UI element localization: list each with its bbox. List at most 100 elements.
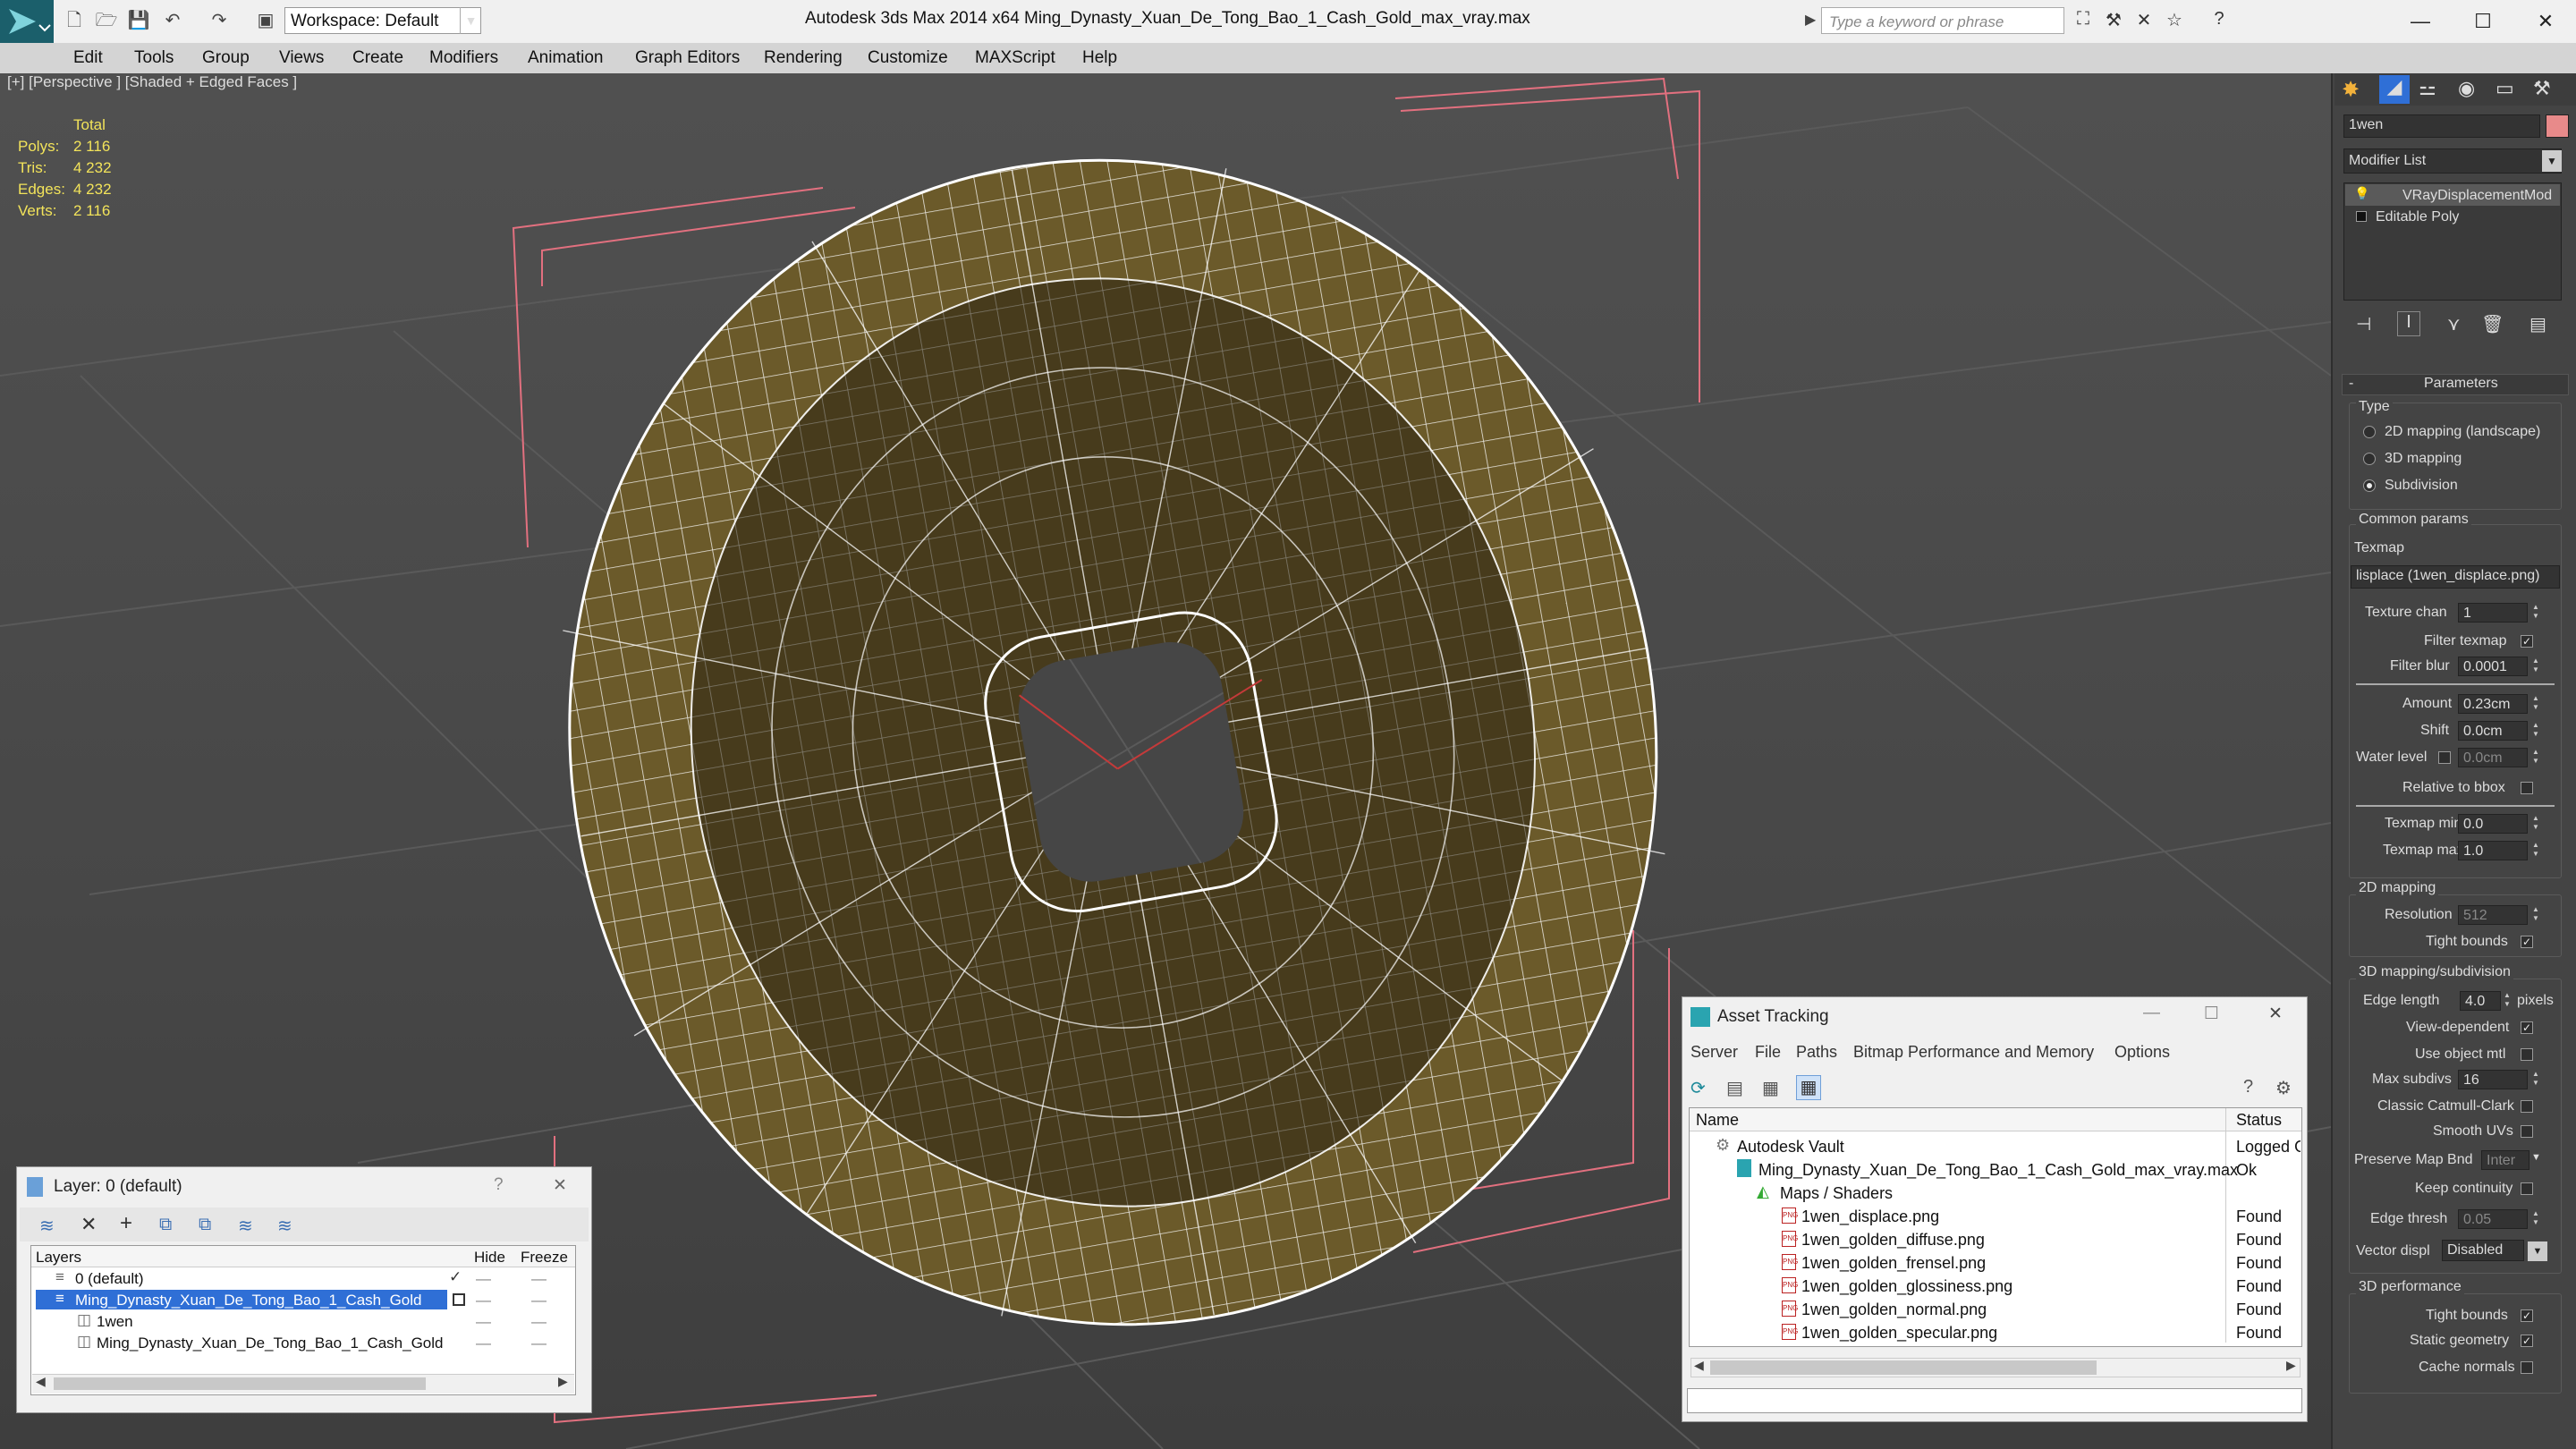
spinner-icon[interactable]: ▲ ▼	[2531, 814, 2540, 832]
scroll-left-icon[interactable]: ◀	[1694, 1358, 1704, 1373]
scrollbar-thumb[interactable]	[54, 1377, 426, 1390]
hide-toggle[interactable]: ―	[476, 1292, 491, 1309]
spinner-icon[interactable]: ▲ ▼	[2531, 721, 2540, 739]
layer-object-coin[interactable]: Ming_Dynasty_Xuan_De_Tong_Bao_1_Cash_Gol…	[97, 1335, 444, 1352]
project-folder-icon[interactable]: ▣	[254, 9, 277, 32]
create-tab-icon[interactable]: ✸	[2342, 77, 2360, 103]
scroll-right-icon[interactable]: ▶	[558, 1374, 568, 1389]
chevron-down-icon[interactable]: ▼	[2542, 150, 2562, 172]
object-color-swatch[interactable]	[2546, 114, 2569, 138]
spinner-icon[interactable]: ▲ ▼	[2531, 1209, 2540, 1227]
scroll-left-icon[interactable]: ◀	[36, 1374, 46, 1389]
pin-stack-icon[interactable]: ⊣	[2356, 313, 2371, 335]
resolution-field[interactable]: 512	[2458, 905, 2528, 925]
column-hide[interactable]: Hide	[474, 1249, 505, 1267]
column-freeze[interactable]: Freeze	[521, 1249, 568, 1267]
asset-row-specular[interactable]: 1wen_golden_specular.png	[1801, 1324, 1997, 1343]
edge-thresh-field[interactable]: 0.05	[2458, 1209, 2528, 1229]
active-layer-checkbox[interactable]	[453, 1293, 465, 1306]
layer-row-default[interactable]: 0 (default)	[75, 1270, 144, 1288]
select-layer-icon[interactable]: ⧉	[159, 1215, 172, 1235]
spinner-icon[interactable]: ▲ ▼	[2531, 603, 2540, 621]
show-end-result-icon[interactable]: Ι	[2397, 311, 2420, 336]
freeze-toggle[interactable]: ―	[531, 1292, 547, 1309]
texmap-max-field[interactable]: 1.0	[2458, 841, 2528, 860]
close-button[interactable]: ✕	[2268, 1004, 2283, 1024]
menu-graph-editors[interactable]: Graph Editors	[635, 43, 740, 73]
radio-3d-mapping-label[interactable]: 3D mapping	[2385, 451, 2462, 467]
close-icon[interactable]: ✕	[553, 1175, 567, 1196]
search-input[interactable]: Type a keyword or phrase	[1821, 7, 2064, 34]
asset-row-displace[interactable]: 1wen_displace.png	[1801, 1208, 1939, 1226]
refresh-icon[interactable]: ⟳	[1690, 1077, 1706, 1099]
spinner-icon[interactable]: ▲ ▼	[2531, 657, 2540, 674]
redo-icon[interactable]: ↷	[208, 9, 231, 32]
hierarchy-tab-icon[interactable]: ⚍	[2419, 77, 2436, 100]
help-icon[interactable]: ?	[494, 1175, 504, 1195]
menu-maxscript[interactable]: MAXScript	[975, 43, 1055, 73]
radio-2d-mapping[interactable]	[2363, 426, 2376, 438]
search-expand-icon[interactable]: ▶	[1805, 11, 1816, 29]
layer-row-coin[interactable]: Ming_Dynasty_Xuan_De_Tong_Bao_1_Cash_Gol…	[75, 1292, 422, 1309]
menu-file[interactable]: File	[1755, 1043, 1781, 1062]
amount-field[interactable]: 0.23cm	[2458, 694, 2528, 714]
minimize-button[interactable]: —	[2394, 4, 2447, 39]
smooth-uvs-checkbox[interactable]	[2521, 1125, 2533, 1138]
cache-normals-checkbox[interactable]	[2521, 1361, 2533, 1374]
close-button[interactable]: ✕	[2519, 4, 2572, 39]
vector-displ-select[interactable]: Disabled	[2442, 1240, 2524, 1261]
subscription-icon[interactable]: ⚒	[2102, 9, 2125, 34]
column-status[interactable]: Status	[2236, 1111, 2282, 1130]
utilities-tab-icon[interactable]: ⚒	[2533, 77, 2551, 100]
asset-row-glossiness[interactable]: 1wen_golden_glossiness.png	[1801, 1277, 2012, 1296]
freeze-toggle[interactable]: ―	[531, 1313, 547, 1331]
perf-tight-bounds-checkbox[interactable]: ✓	[2521, 1309, 2533, 1322]
list-view-icon[interactable]: ▤	[1726, 1077, 1743, 1099]
use-object-mtl-checkbox[interactable]	[2521, 1048, 2533, 1061]
keep-continuity-checkbox[interactable]	[2521, 1182, 2533, 1195]
radio-subdivision-label[interactable]: Subdivision	[2385, 478, 2458, 494]
menu-bitmap-performance[interactable]: Bitmap Performance and Memory	[1853, 1043, 2094, 1062]
menu-group[interactable]: Group	[202, 43, 250, 73]
remove-modifier-icon[interactable]: 🗑	[2481, 313, 2504, 335]
catmull-clark-checkbox[interactable]	[2521, 1100, 2533, 1113]
scrollbar-thumb[interactable]	[1710, 1360, 2097, 1375]
texmap-button[interactable]: lisplace (1wen_displace.png)	[2351, 565, 2560, 589]
display-tab-icon[interactable]: ▭	[2496, 77, 2514, 100]
asset-row-vault[interactable]: Autodesk Vault	[1737, 1138, 1844, 1157]
communication-icon[interactable]: ✕	[2132, 9, 2156, 34]
static-geometry-checkbox[interactable]: ✓	[2521, 1335, 2533, 1347]
menu-edit[interactable]: Edit	[73, 43, 103, 73]
hide-all-icon[interactable]: ≋	[238, 1215, 253, 1237]
spinner-icon[interactable]: ▲ ▼	[2531, 905, 2540, 923]
minimize-button[interactable]: —	[2143, 1004, 2160, 1023]
open-file-icon[interactable]: 🗁	[95, 9, 118, 32]
menu-create[interactable]: Create	[352, 43, 403, 73]
freeze-all-icon[interactable]: ≋	[277, 1215, 292, 1237]
menu-help[interactable]: Help	[1082, 43, 1117, 73]
preserve-map-select[interactable]: Inter	[2481, 1150, 2529, 1170]
column-divider[interactable]	[2225, 1108, 2226, 1343]
filter-texmap-checkbox[interactable]: ✓	[2521, 635, 2533, 648]
menu-server[interactable]: Server	[1690, 1043, 1738, 1062]
menu-options[interactable]: Options	[2114, 1043, 2170, 1062]
water-level-checkbox[interactable]	[2438, 751, 2451, 764]
spinner-icon[interactable]: ▲ ▼	[2531, 748, 2540, 766]
stack-item-editable-poly[interactable]: Editable Poly	[2376, 209, 2459, 225]
hide-toggle[interactable]: ―	[476, 1270, 491, 1288]
make-unique-icon[interactable]: ⋎	[2447, 313, 2461, 335]
lightbulb-icon[interactable]: 💡	[2354, 186, 2369, 201]
menu-rendering[interactable]: Rendering	[764, 43, 843, 73]
viewport-label[interactable]: [+] [Perspective ] [Shaded + Edged Faces…	[7, 73, 297, 91]
column-layers[interactable]: Layers	[36, 1249, 81, 1267]
filter-blur-field[interactable]: 0.0001	[2458, 657, 2528, 676]
chevron-down-icon[interactable]: ▼	[460, 7, 481, 34]
spinner-icon[interactable]: ▲ ▼	[2503, 991, 2512, 1009]
stack-item-label[interactable]: VRayDisplacementMod	[2402, 188, 2552, 204]
collapse-icon[interactable]: -	[2349, 376, 2353, 392]
asset-row-frensel[interactable]: 1wen_golden_frensel.png	[1801, 1254, 1986, 1273]
radio-subdivision[interactable]	[2363, 479, 2376, 492]
scroll-right-icon[interactable]: ▶	[2286, 1358, 2296, 1373]
workspace-select[interactable]: Workspace: Default	[284, 7, 481, 34]
maximize-button[interactable]: ☐	[2456, 4, 2510, 39]
